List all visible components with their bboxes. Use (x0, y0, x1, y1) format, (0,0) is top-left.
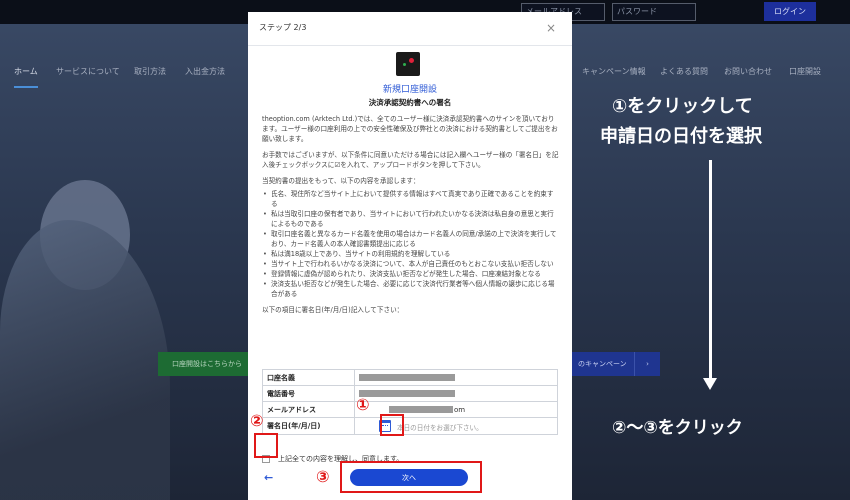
table-row: 口座名義 (262, 369, 558, 386)
agreement-intro: theoption.com (Arktech Ltd.)では、全てのユーザー様に… (262, 115, 558, 143)
agreement-lead: 当契約書の提出をもって、以下の内容を承認します： (262, 177, 420, 185)
modal-title: 新規口座開設 (382, 85, 437, 95)
agreement-notice: お手数ではございますが、以下条件に同意いただける場合には記入欄へユーザー様の「署… (262, 151, 559, 169)
site-login-button[interactable]: ログイン (764, 2, 816, 21)
list-item: 取引口座名義と異なるカード名義を使用の場合はカード名義人の同意/承諾の上で決済を… (262, 229, 560, 249)
guide-text-line3: ②〜③をクリック (612, 418, 743, 438)
list-item: 当サイト上で行われるいかなる決済について、本人が自己責任のもとおこない支払い拒否… (262, 259, 560, 269)
nav-home[interactable]: ホーム (14, 66, 38, 77)
redacted-value (359, 374, 455, 381)
list-item: 氏名、現住所など当サイト上において提供する情報はすべて真実であり正確であることを… (262, 189, 560, 209)
nav-open-account[interactable]: 口座開設 (789, 66, 821, 77)
field-label-email: メールアドレス (262, 401, 355, 418)
site-campaign-button[interactable]: のキャンペーン › (572, 352, 660, 376)
sign-date-placeholder: 本日の日付をお選び下さい。 (397, 424, 483, 432)
modal-header: ステップ 2/3 × (248, 12, 572, 46)
highlight-box-calendar (380, 414, 404, 436)
list-item: 私は満18歳以上であり、当サイトの利用規約を理解している (262, 249, 560, 259)
logo-dot-green (403, 63, 406, 66)
field-label-phone: 電話番号 (262, 385, 355, 402)
site-open-account-button[interactable]: 口座開設はこちらから (158, 352, 248, 376)
field-value-account-name (354, 369, 558, 386)
arrow-down-icon (703, 378, 717, 390)
table-row: 電話番号 (262, 385, 558, 402)
redacted-value (389, 406, 453, 413)
list-item: 決済支払い拒否などが発生した場合、必要に応じて決済代行業者等へ個人情報の譲歩に応… (262, 279, 560, 299)
nav-active-underline (14, 86, 38, 88)
annotation-number-1: ① (356, 395, 370, 414)
table-row: 署名日(年/月/日) 本日の日付をお選び下さい。 (262, 417, 558, 435)
email-suffix: om (454, 405, 466, 414)
site-campaign-label: のキャンペーン (578, 360, 627, 368)
field-label-account-name: 口座名義 (262, 369, 355, 386)
highlight-box-checkbox (254, 433, 278, 458)
signature-form-table: 口座名義 電話番号 メールアドレス om 署名日(年/月/日) 本日の日付をお選… (262, 369, 558, 435)
brand-logo (396, 52, 420, 76)
site-password-input[interactable]: パスワード (612, 3, 696, 21)
nav-service[interactable]: サービスについて (56, 66, 120, 77)
modal-subtitle: 決済承認契約書への署名 (368, 98, 452, 107)
step-indicator: ステップ 2/3 (259, 23, 307, 32)
close-icon[interactable]: × (546, 21, 556, 35)
guide-text-line2: 申請日の日付を選択 (600, 126, 762, 147)
highlight-box-next (340, 461, 482, 493)
nav-campaign[interactable]: キャンペーン情報 (582, 66, 646, 77)
annotation-number-3: ③ (316, 467, 330, 486)
nav-contact[interactable]: お問い合わせ (724, 66, 772, 77)
field-label-sign-date: 署名日(年/月/日) (262, 417, 355, 435)
form-intro: 以下の項目に署名日(年/月/日)記入して下さい： (262, 306, 404, 314)
arrow-left-icon[interactable]: ← (264, 471, 273, 484)
guide-arrow-line (709, 160, 712, 380)
table-row: メールアドレス om (262, 401, 558, 418)
agreement-text: theoption.com (Arktech Ltd.)では、全てのユーザー様に… (262, 114, 560, 321)
nav-faq[interactable]: よくある質問 (660, 66, 708, 77)
list-item: 登録情報に虚偽が認められたり、決済支払い拒否などが発生した場合、口座凍結対象とな… (262, 269, 560, 279)
nav-trading[interactable]: 取引方法 (134, 66, 166, 77)
nav-deposit[interactable]: 入出金方法 (185, 66, 225, 77)
guide-text-line1: ①をクリックして (612, 96, 753, 117)
redacted-value (359, 390, 455, 397)
annotation-number-2: ② (250, 411, 264, 430)
chevron-right-icon: › (634, 352, 660, 376)
logo-dot-red (409, 58, 414, 63)
list-item: 私は当取引口座の保有者であり、当サイトにおいて行われたいかなる決済は私自身の意思… (262, 209, 560, 229)
account-opening-modal: ステップ 2/3 × 新規口座開設 決済承認契約書への署名 theoption.… (248, 12, 572, 500)
terms-list: 氏名、現住所など当サイト上において提供する情報はすべて真実であり正確であることを… (262, 189, 560, 299)
field-value-phone (354, 385, 558, 402)
